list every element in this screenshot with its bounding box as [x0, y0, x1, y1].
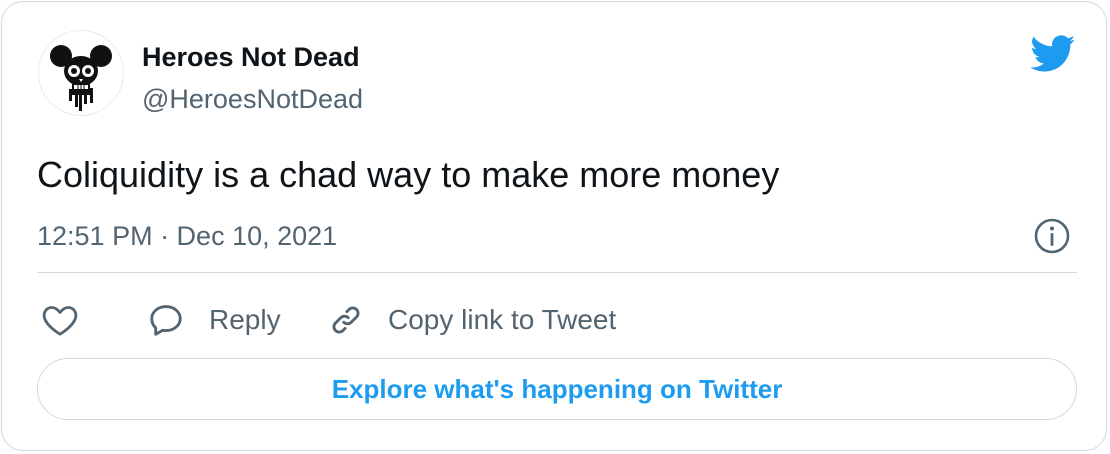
divider [37, 272, 1077, 273]
explore-twitter-button[interactable]: Explore what's happening on Twitter [37, 358, 1077, 420]
twitter-bird-icon[interactable] [1030, 35, 1076, 73]
copy-link-button[interactable]: Copy link to Tweet [328, 295, 616, 345]
tweet-card: Heroes Not Dead @HeroesNotDead Coliquidi… [1, 1, 1107, 451]
author-display-name[interactable]: Heroes Not Dead [142, 42, 360, 73]
author-handle[interactable]: @HeroesNotDead [142, 84, 363, 115]
tweet-timestamp[interactable]: 12:51 PM · Dec 10, 2021 [37, 221, 337, 252]
like-button[interactable] [40, 295, 80, 345]
tweet-text: Coliquidity is a chad way to make more m… [37, 154, 780, 195]
explore-label: Explore what's happening on Twitter [331, 373, 783, 404]
speech-bubble-icon [150, 305, 182, 336]
reply-label: Reply [209, 304, 281, 335]
skull-mouse-ears-icon [50, 45, 112, 111]
heart-icon [42, 306, 78, 336]
avatar[interactable] [38, 30, 124, 116]
copy-link-label: Copy link to Tweet [388, 304, 617, 335]
reply-button[interactable]: Reply [147, 295, 281, 345]
info-icon[interactable] [1033, 217, 1071, 255]
link-icon [332, 306, 360, 334]
